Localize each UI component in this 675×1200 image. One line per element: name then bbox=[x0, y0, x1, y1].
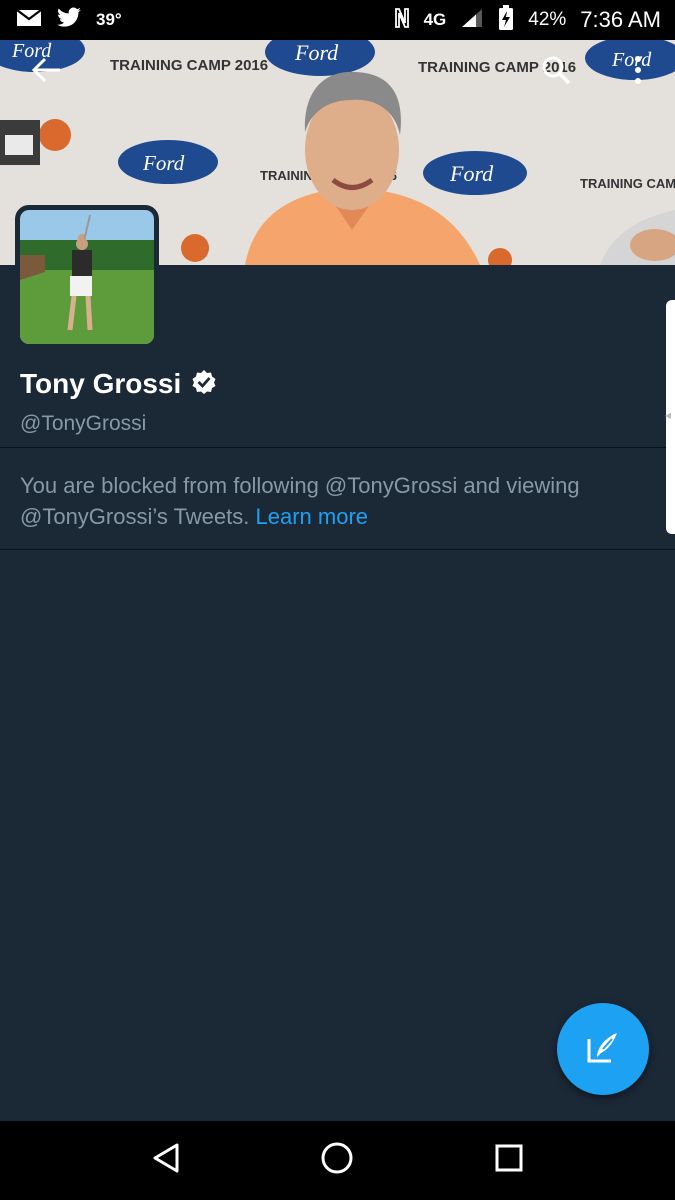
verified-badge-icon bbox=[191, 369, 217, 400]
nav-back-button[interactable] bbox=[136, 1131, 196, 1191]
nav-recents-square-icon bbox=[494, 1143, 524, 1178]
nav-home-circle-icon bbox=[320, 1141, 354, 1180]
banner-training-camp-text: TRAINING CAMP 2016 bbox=[580, 176, 675, 191]
nav-recents-button[interactable] bbox=[479, 1131, 539, 1191]
profile-name: Tony Grossi bbox=[20, 368, 182, 399]
compose-tweet-button[interactable] bbox=[557, 1003, 649, 1095]
nav-back-triangle-icon bbox=[151, 1142, 181, 1179]
compose-tweet-icon bbox=[583, 1027, 623, 1072]
back-arrow-icon bbox=[30, 56, 62, 89]
temperature-text: 39° bbox=[96, 10, 122, 29]
blocked-message: You are blocked from following @TonyGros… bbox=[20, 470, 640, 532]
banner-ford-logo-text: Ford bbox=[449, 161, 494, 186]
more-vertical-icon bbox=[633, 55, 643, 90]
divider bbox=[0, 549, 675, 550]
network-type-text: 4G bbox=[423, 10, 447, 29]
status-bar: 39° 4G 42% 7:36 AM bbox=[0, 0, 675, 40]
edge-panel-arrow-icon: ◂ bbox=[665, 408, 672, 422]
banner-ford-logo-text: Ford bbox=[294, 40, 339, 65]
learn-more-link[interactable]: Learn more bbox=[256, 504, 369, 529]
overflow-menu-button[interactable] bbox=[610, 44, 666, 100]
battery-charging-icon bbox=[498, 4, 514, 36]
banner-ford-logo-text: Ford bbox=[142, 151, 185, 175]
battery-percent-text: 42% bbox=[528, 9, 567, 30]
signal-icon bbox=[460, 7, 484, 34]
search-button[interactable] bbox=[528, 44, 584, 100]
banner-training-camp-text: TRAINING CAMP 2016 bbox=[110, 57, 268, 74]
profile-handle: @TonyGrossi bbox=[20, 412, 147, 435]
search-icon bbox=[540, 54, 572, 91]
divider bbox=[0, 447, 675, 448]
twitter-bird-icon bbox=[56, 7, 82, 34]
profile-name-row: Tony Grossi bbox=[20, 368, 217, 400]
system-navigation-bar bbox=[0, 1121, 675, 1200]
profile-avatar[interactable] bbox=[15, 205, 159, 349]
clock-text: 7:36 AM bbox=[580, 7, 661, 32]
nfc-icon bbox=[394, 7, 410, 34]
nav-home-button[interactable] bbox=[307, 1131, 367, 1191]
back-button[interactable] bbox=[18, 44, 74, 100]
mail-icon bbox=[16, 8, 42, 33]
